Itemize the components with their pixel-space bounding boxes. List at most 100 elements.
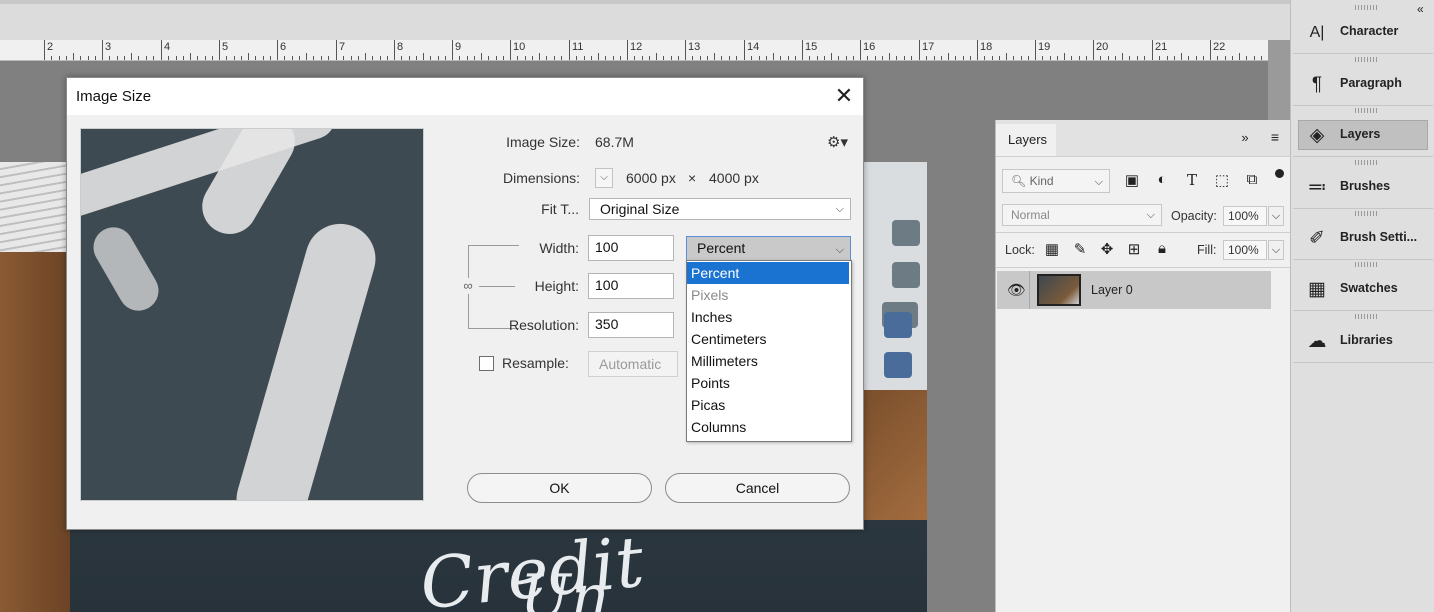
height-input[interactable]: 100	[588, 273, 674, 299]
lock-position-icon[interactable]: ✥	[1096, 240, 1118, 258]
ruler-major-tick	[919, 40, 920, 60]
drag-grip-icon[interactable]	[1355, 5, 1377, 10]
constrain-proportions-link-icon[interactable]: ∞	[463, 278, 473, 294]
ruler-minor-tick	[313, 56, 314, 60]
fill-chevron-icon[interactable]: ⌵	[1268, 240, 1284, 260]
lock-all-icon[interactable]: 🔒︎	[1151, 240, 1173, 257]
unit-option-points[interactable]: Points	[687, 372, 849, 394]
ok-button[interactable]: OK	[467, 473, 652, 503]
dock-item-brushes[interactable]: ≕ Brushes	[1293, 158, 1433, 209]
expand-panel-icon[interactable]: »	[1234, 130, 1256, 145]
ruler-minor-tick	[1137, 56, 1138, 60]
image-preview[interactable]	[80, 128, 424, 501]
ruler-minor-tick	[539, 53, 540, 60]
ruler-minor-tick	[576, 56, 577, 60]
filter-type-icon[interactable]: T	[1181, 171, 1203, 189]
drag-grip-icon[interactable]	[1355, 211, 1377, 216]
height-label: Height:	[534, 278, 579, 294]
ruler-minor-tick	[430, 56, 431, 60]
resample-label: Resample:	[502, 355, 569, 371]
layer-name[interactable]: Layer 0	[1091, 283, 1133, 297]
kind-filter-select[interactable]: 🔍︎ Kind ⌵	[1002, 169, 1110, 193]
cancel-button[interactable]: Cancel	[665, 473, 850, 503]
dimensions-unit-chevron-icon[interactable]: ⌵	[595, 168, 613, 188]
ruler-minor-tick	[481, 53, 482, 60]
dock-item-label: Libraries	[1340, 333, 1393, 347]
resolution-input[interactable]: 350	[588, 312, 674, 338]
drag-grip-icon[interactable]	[1355, 262, 1377, 267]
tab-layers[interactable]: Layers	[996, 124, 1056, 156]
gear-icon[interactable]: ⚙▾	[827, 133, 848, 151]
unit-option-picas[interactable]: Picas	[687, 394, 849, 416]
lock-transparent-pixels-icon[interactable]: ▦	[1041, 240, 1063, 258]
ruler-minor-tick	[889, 53, 890, 60]
blend-mode-select[interactable]: Normal ⌵	[1002, 204, 1162, 226]
ruler-minor-tick	[351, 56, 352, 60]
filter-toggle-icon[interactable]	[1275, 169, 1284, 178]
opacity-input[interactable]: 100%	[1223, 206, 1267, 226]
ruler-major-tick	[744, 40, 745, 60]
drag-grip-icon[interactable]	[1355, 108, 1377, 113]
lock-image-pixels-icon[interactable]: ✎	[1069, 240, 1091, 258]
visibility-eye-icon[interactable]: 👁︎	[1007, 281, 1026, 299]
ruler-minor-tick	[714, 53, 715, 60]
unit-option-millimeters[interactable]: Millimeters	[687, 350, 849, 372]
ruler-minor-tick	[409, 56, 410, 60]
layer-divider	[1029, 271, 1030, 309]
unit-option-percent[interactable]: Percent	[687, 262, 849, 284]
ruler-minor-tick	[700, 56, 701, 60]
lock-label: Lock:	[1005, 243, 1035, 257]
ruler-major-tick	[1093, 40, 1094, 60]
ruler-minor-tick	[66, 56, 67, 60]
ruler-minor-tick	[584, 56, 585, 60]
dock-item-libraries[interactable]: ☁ Libraries	[1293, 312, 1433, 363]
drag-grip-icon[interactable]	[1355, 160, 1377, 165]
close-icon[interactable]: ✕	[832, 84, 856, 108]
ruler-minor-tick	[554, 56, 555, 60]
layer-row[interactable]: 👁︎ Layer 0	[997, 271, 1271, 309]
unit-option-centimeters[interactable]: Centimeters	[687, 328, 849, 350]
drag-grip-icon[interactable]	[1355, 57, 1377, 62]
drag-grip-icon[interactable]	[1355, 314, 1377, 319]
fill-label: Fill:	[1197, 243, 1217, 257]
filter-pixel-icon[interactable]: ▣	[1121, 171, 1143, 189]
ruler-minor-tick	[474, 56, 475, 60]
ruler-minor-tick	[263, 56, 264, 60]
blend-mode-value: Normal	[1011, 208, 1050, 222]
ruler-label: 7	[339, 41, 346, 53]
ruler-minor-tick	[934, 56, 935, 60]
lock-artboard-icon[interactable]: ⊞	[1123, 240, 1145, 258]
ruler-minor-tick	[1159, 56, 1160, 60]
ruler-minor-tick	[911, 56, 912, 60]
ruler-minor-tick	[365, 53, 366, 60]
dock-item-brush-settings[interactable]: ✐ Brush Setti...	[1293, 209, 1433, 260]
width-input[interactable]: 100	[588, 235, 674, 261]
filter-adjustment-icon[interactable]: ◐	[1151, 171, 1173, 188]
dock-item-paragraph[interactable]: ¶ Paragraph	[1293, 55, 1433, 106]
unit-option-inches[interactable]: Inches	[687, 306, 849, 328]
ruler-major-tick	[336, 40, 337, 60]
ruler-minor-tick	[387, 56, 388, 60]
ruler-minor-tick	[759, 56, 760, 60]
filter-smart-object-icon[interactable]: ⧉	[1241, 171, 1263, 188]
ruler-minor-tick	[212, 56, 213, 60]
ruler-minor-tick	[1246, 56, 1247, 60]
resample-checkbox[interactable]	[479, 356, 494, 371]
width-unit-select[interactable]: Percent ⌵	[686, 236, 851, 261]
ruler-major-tick	[219, 40, 220, 60]
dock-item-swatches[interactable]: ▦ Swatches	[1293, 260, 1433, 311]
ruler-label: 20	[1096, 41, 1109, 53]
panel-menu-icon[interactable]: ≡	[1264, 129, 1286, 145]
dimensions-width: 6000 px	[626, 170, 676, 186]
dock-item-character[interactable]: A| Character	[1293, 3, 1433, 54]
unit-option-columns[interactable]: Columns	[687, 416, 849, 438]
fit-to-select[interactable]: Original Size ⌵	[589, 198, 851, 220]
ruler-minor-tick	[620, 56, 621, 60]
fill-input[interactable]: 100%	[1223, 240, 1267, 260]
libraries-icon: ☁	[1307, 331, 1327, 352]
opacity-chevron-icon[interactable]: ⌵	[1268, 206, 1284, 226]
ruler-minor-tick	[328, 56, 329, 60]
dock-item-layers[interactable]: ◈ Layers	[1293, 106, 1433, 157]
filter-shape-icon[interactable]: ⬚	[1211, 171, 1233, 189]
swatches-icon: ▦	[1308, 279, 1326, 300]
